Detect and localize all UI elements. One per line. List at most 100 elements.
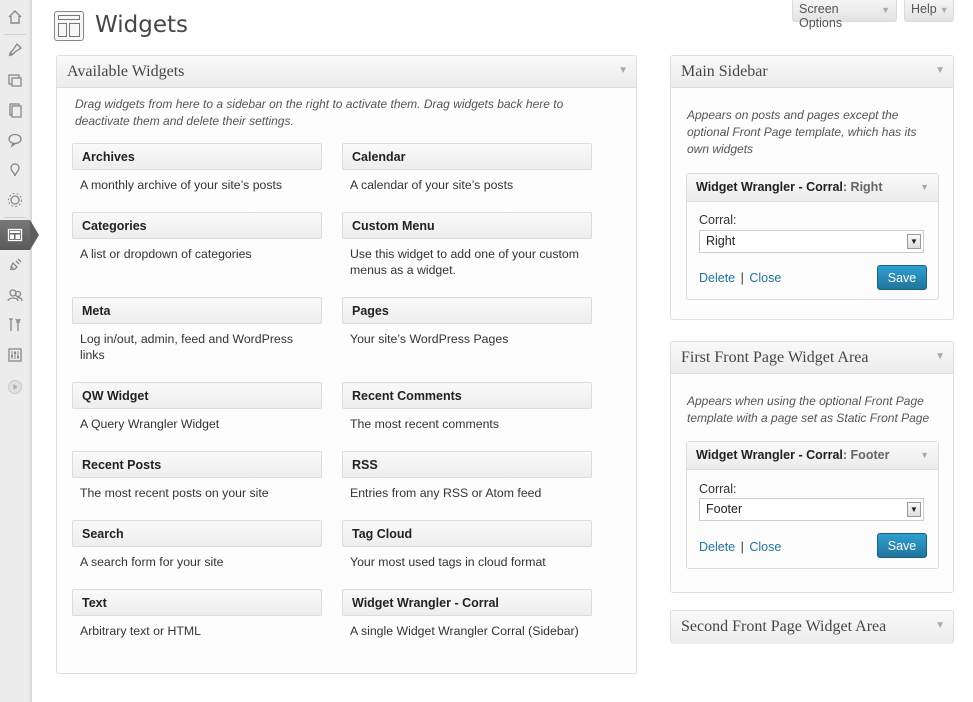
widget-title[interactable]: Categories: [72, 212, 322, 239]
sidebar-widget-header[interactable]: Widget Wrangler - Corral: Right ▼: [687, 174, 938, 202]
first-front-page-header[interactable]: First Front Page Widget Area ▼: [671, 342, 953, 374]
toggle-arrow-icon[interactable]: ▼: [920, 182, 929, 192]
widget-tile[interactable]: Search A search form for your site: [72, 520, 322, 570]
chevron-down-icon: ▼: [939, 5, 949, 15]
second-front-page-panel: Second Front Page Widget Area ▼: [670, 610, 954, 644]
widget-tile[interactable]: QW Widget A Query Wrangler Widget: [72, 382, 322, 432]
sidebar-widget-name: Widget Wrangler - Corral: [696, 448, 843, 462]
sidebar-widget-separator: :: [842, 180, 851, 194]
admin-menu: [0, 0, 39, 702]
toggle-arrow-icon[interactable]: ▼: [618, 65, 628, 76]
close-link[interactable]: Close: [749, 271, 781, 285]
widget-action-links: Delete | Close: [699, 540, 781, 554]
widget-description: Arbitrary text or HTML: [80, 624, 201, 638]
widget-title[interactable]: Custom Menu: [342, 212, 592, 239]
widget-title[interactable]: Search: [72, 520, 322, 547]
widget-description: The most recent comments: [350, 417, 499, 431]
corral-select-value: Footer: [706, 502, 743, 516]
close-link[interactable]: Close: [749, 540, 781, 554]
chevron-down-icon: ▼: [881, 5, 890, 15]
feedback-icon[interactable]: [0, 155, 30, 185]
widgets-page-icon: [54, 11, 84, 41]
widget-title[interactable]: Calendar: [342, 143, 592, 170]
posts-icon[interactable]: [0, 35, 30, 65]
widget-title[interactable]: Meta: [72, 297, 322, 324]
widget-tile[interactable]: Tag Cloud Your most used tags in cloud fo…: [342, 520, 592, 570]
page-title: Widgets: [95, 12, 188, 38]
widget-description: Entries from any RSS or Atom feed: [350, 486, 542, 500]
widget-tile[interactable]: Calendar A calendar of your site’s posts: [342, 143, 592, 193]
plugins-icon[interactable]: [0, 250, 30, 280]
widget-title[interactable]: Archives: [72, 143, 322, 170]
corral-field-label: Corral:: [699, 482, 737, 496]
first-front-page-panel: First Front Page Widget Area ▼ Appears w…: [670, 341, 954, 593]
dropdown-arrow-icon[interactable]: ▼: [907, 234, 921, 249]
widget-description: A calendar of your site’s posts: [350, 178, 514, 192]
widget-title[interactable]: Recent Comments: [342, 382, 592, 409]
toggle-arrow-icon[interactable]: ▼: [935, 620, 945, 631]
dashboard-icon[interactable]: [0, 2, 30, 32]
second-front-page-title: Second Front Page Widget Area: [681, 618, 887, 635]
sidebar-widget: Widget Wrangler - Corral: Right ▼ Corral…: [686, 173, 939, 300]
settings-sliders-icon[interactable]: [0, 340, 30, 370]
widget-title[interactable]: Text: [72, 589, 322, 616]
toggle-arrow-icon[interactable]: ▼: [935, 65, 945, 76]
widget-description: Your site’s WordPress Pages: [350, 332, 509, 346]
sidebar-widget-subtitle: Right: [850, 180, 883, 194]
widget-title[interactable]: Widget Wrangler - Corral: [342, 589, 592, 616]
save-button[interactable]: Save: [877, 265, 927, 290]
delete-link[interactable]: Delete: [699, 271, 735, 285]
widget-description: A list or dropdown of categories: [80, 247, 252, 261]
save-button[interactable]: Save: [877, 533, 927, 558]
sidebar-widget-separator: :: [842, 448, 851, 462]
toggle-arrow-icon[interactable]: ▼: [920, 450, 929, 460]
users-icon[interactable]: [0, 280, 30, 310]
widget-title[interactable]: QW Widget: [72, 382, 322, 409]
widget-description: A monthly archive of your site’s posts: [80, 178, 283, 192]
widget-title[interactable]: Pages: [342, 297, 592, 324]
widget-title[interactable]: RSS: [342, 451, 592, 478]
widget-tile[interactable]: Archives A monthly archive of your site’s…: [72, 143, 322, 193]
widget-tile[interactable]: Meta Log in/out, admin, feed and WordPres…: [72, 297, 322, 363]
dropdown-arrow-icon[interactable]: ▼: [907, 502, 921, 517]
main-sidebar-header[interactable]: Main Sidebar ▼: [671, 56, 953, 88]
help-button[interactable]: Help ▼: [904, 0, 954, 22]
pages-icon[interactable]: [0, 95, 30, 125]
available-widgets-header[interactable]: Available Widgets ▼: [57, 56, 636, 88]
available-widgets-panel: Available Widgets ▼ Drag widgets from he…: [56, 55, 637, 674]
widget-tile[interactable]: Recent Posts The most recent posts on you…: [72, 451, 322, 501]
toggle-arrow-icon[interactable]: ▼: [935, 351, 945, 362]
widget-tile[interactable]: Text Arbitrary text or HTML: [72, 589, 322, 639]
corral-select[interactable]: Footer ▼: [699, 498, 924, 521]
widget-description: The most recent posts on your site: [80, 486, 269, 500]
sidebar-widget-header[interactable]: Widget Wrangler - Corral: Footer ▼: [687, 442, 938, 470]
widget-tile[interactable]: RSS Entries from any RSS or Atom feed: [342, 451, 592, 501]
main-sidebar-description: Appears on posts and pages except the op…: [687, 108, 917, 156]
first-front-page-description: Appears when using the optional Front Pa…: [687, 394, 930, 425]
second-front-page-header[interactable]: Second Front Page Widget Area ▼: [671, 611, 953, 644]
widget-tile[interactable]: Widget Wrangler - Corral A single Widget …: [342, 589, 592, 639]
appearance-icon[interactable]: [0, 220, 39, 250]
media-icon[interactable]: [0, 65, 30, 95]
corral-select[interactable]: Right ▼: [699, 230, 924, 253]
comments-icon[interactable]: [0, 125, 30, 155]
widget-description: A single Widget Wrangler Corral (Sidebar…: [350, 624, 579, 638]
available-widgets-title: Available Widgets: [67, 63, 185, 80]
widget-tile[interactable]: Recent Comments The most recent comments: [342, 382, 592, 432]
sidebar-widget: Widget Wrangler - Corral: Footer ▼ Corra…: [686, 441, 939, 569]
widget-description: Use this widget to add one of your custo…: [350, 247, 579, 277]
tools-icon[interactable]: [0, 310, 30, 340]
widget-tile[interactable]: Categories A list or dropdown of categori…: [72, 212, 322, 262]
widget-description: A search form for your site: [80, 555, 224, 569]
available-widgets-description: Drag widgets from here to a sidebar on t…: [75, 97, 564, 128]
widget-title[interactable]: Tag Cloud: [342, 520, 592, 547]
screen-options-button[interactable]: Screen Options ▼: [792, 0, 897, 30]
delete-link[interactable]: Delete: [699, 540, 735, 554]
settings-icon[interactable]: [0, 185, 30, 215]
widget-tile[interactable]: Custom Menu Use this widget to add one of…: [342, 212, 592, 278]
widget-title[interactable]: Recent Posts: [72, 451, 322, 478]
corral-field-label: Corral:: [699, 213, 737, 227]
collapse-menu-icon[interactable]: [0, 372, 30, 402]
screen-options-label: Screen Options: [799, 2, 843, 30]
widget-tile[interactable]: Pages Your site’s WordPress Pages: [342, 297, 592, 347]
